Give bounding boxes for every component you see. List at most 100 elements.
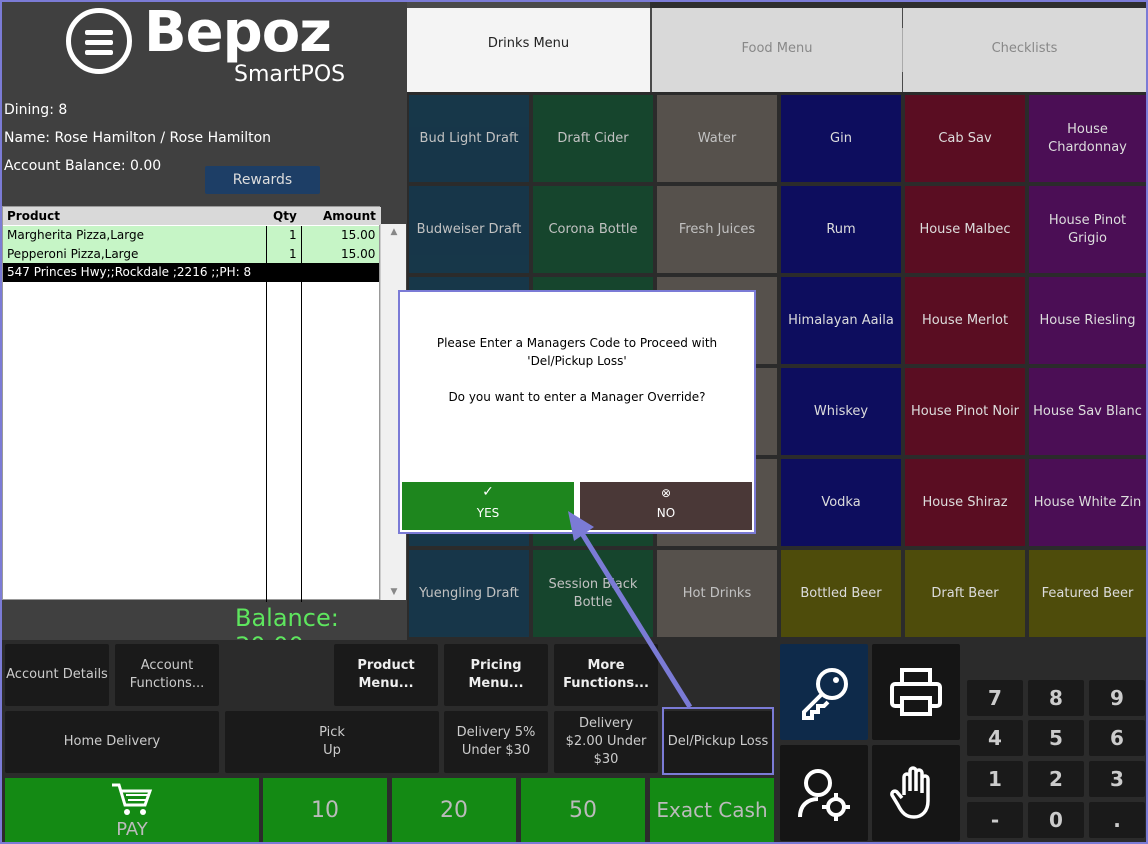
product-button[interactable]: Budweiser Draft	[409, 186, 529, 273]
product-button[interactable]: Corona Bottle	[533, 186, 653, 273]
product-button[interactable]: Himalayan Aaila	[781, 277, 901, 364]
rewards-button[interactable]: Rewards	[205, 166, 320, 194]
keypad-key[interactable]: 5	[1028, 720, 1084, 756]
account-details-button[interactable]: Account Details	[5, 644, 109, 706]
product-button[interactable]: House Sav Blanc	[1029, 368, 1146, 455]
header-qty: Qty	[273, 209, 297, 223]
bepoz-logo[interactable]: Bepoz SmartPOS	[64, 0, 364, 92]
cash-50-label: 50	[569, 797, 597, 823]
product-button[interactable]: Rum	[781, 186, 901, 273]
brand-sub: SmartPOS	[234, 62, 346, 87]
print-button[interactable]	[872, 644, 960, 740]
product-button[interactable]: Cab Sav	[905, 95, 1025, 182]
product-button[interactable]: House White Zin	[1029, 459, 1146, 546]
cart-icon	[112, 783, 153, 815]
tab-drinks-menu[interactable]: Drinks Menu	[407, 8, 650, 92]
order-row[interactable]: Margherita Pizza,Large 1 15.00	[3, 226, 379, 245]
dialog-message: Please Enter a Managers Code to Proceed …	[400, 334, 754, 406]
product-button[interactable]: House Malbec	[905, 186, 1025, 273]
pay-label: PAY	[116, 818, 148, 840]
keypad-key[interactable]: 1	[967, 761, 1023, 797]
product-menu-button[interactable]: Product Menu...	[334, 644, 438, 706]
tab-checklists[interactable]: Checklists	[903, 8, 1146, 92]
customer-name: Name: Rose Hamilton / Rose Hamilton	[4, 130, 272, 146]
scroll-down-icon[interactable]: ▼	[381, 584, 407, 600]
product-button[interactable]: Draft Cider	[533, 95, 653, 182]
user-settings-button[interactable]	[780, 745, 868, 841]
order-amount: 15.00	[341, 228, 376, 242]
left-panel: Bepoz SmartPOS Dining: 8 Name: Rose Hami…	[2, 0, 407, 660]
cash-10-label: 10	[311, 797, 339, 823]
dialog-line-2: 'Del/Pickup Loss'	[527, 354, 627, 368]
product-button[interactable]: House Pinot Grigio	[1029, 186, 1146, 273]
keypad-key[interactable]: 7	[967, 680, 1023, 716]
pick-up-button[interactable]: Pick Up	[225, 711, 439, 773]
product-button[interactable]: Vodka	[781, 459, 901, 546]
dialog-line-1: Please Enter a Managers Code to Proceed …	[436, 336, 718, 350]
delivery-5-button[interactable]: Delivery 5% Under $30	[444, 711, 548, 773]
keypad-key[interactable]: 2	[1028, 761, 1084, 797]
keypad-key[interactable]: 8	[1028, 680, 1084, 716]
user-gear-icon	[798, 769, 850, 821]
product-button[interactable]: Fresh Juices	[657, 186, 777, 273]
delivery-2-button[interactable]: Delivery $2.00 Under $30	[554, 711, 658, 773]
manager-override-dialog: Please Enter a Managers Code to Proceed …	[398, 290, 756, 534]
hand-icon	[890, 766, 930, 819]
order-product: Pepperoni Pizza,Large	[7, 247, 139, 261]
order-header: Product Qty Amount	[3, 207, 381, 225]
order-row[interactable]: Pepperoni Pizza,Large 1 15.00	[3, 245, 379, 264]
product-button[interactable]: Yuengling Draft	[409, 550, 529, 637]
key-button[interactable]	[780, 644, 868, 740]
keypad-key[interactable]: 9	[1089, 680, 1145, 716]
stop-button[interactable]	[872, 745, 960, 841]
cash-10-button[interactable]: 10	[263, 778, 387, 842]
cash-20-label: 20	[440, 797, 468, 823]
yes-button[interactable]: ✓ YES	[402, 482, 574, 530]
product-button[interactable]: House Riesling	[1029, 277, 1146, 364]
product-button[interactable]: Gin	[781, 95, 901, 182]
delivery-address: 547 Princes Hwy;;Rockdale ;2216 ;;PH: 8	[3, 263, 379, 282]
close-icon: ⊗	[660, 486, 672, 500]
brand-name: Bepoz	[144, 0, 332, 65]
exact-cash-button[interactable]: Exact Cash	[650, 778, 774, 842]
menu-icon[interactable]	[66, 8, 132, 74]
order-qty: 1	[289, 228, 297, 242]
keypad-key[interactable]: 4	[967, 720, 1023, 756]
cash-20-button[interactable]: 20	[392, 778, 516, 842]
order-qty: 1	[289, 247, 297, 261]
check-icon: ✓	[482, 484, 494, 500]
keypad-key[interactable]: 0	[1028, 802, 1084, 838]
cash-50-button[interactable]: 50	[521, 778, 645, 842]
product-button[interactable]: House Merlot	[905, 277, 1025, 364]
order-list: Product Qty Amount Margherita Pizza,Larg…	[2, 206, 381, 602]
keypad-key[interactable]: .	[1089, 802, 1145, 838]
keypad-key[interactable]: 3	[1089, 761, 1145, 797]
product-button[interactable]: Draft Beer	[905, 550, 1025, 637]
product-button[interactable]: House Shiraz	[905, 459, 1025, 546]
product-button[interactable]: House Pinot Noir	[905, 368, 1025, 455]
pay-button[interactable]: PAY	[5, 778, 259, 842]
home-delivery-button[interactable]: Home Delivery	[5, 711, 219, 773]
del-pickup-loss-highlight	[662, 707, 774, 775]
account-functions-button[interactable]: Account Functions...	[115, 644, 219, 706]
header-amount: Amount	[323, 209, 376, 223]
yes-label: YES	[476, 506, 500, 520]
printer-icon	[890, 668, 942, 716]
keypad-key[interactable]: 6	[1089, 720, 1145, 756]
keypad-key[interactable]: -	[967, 802, 1023, 838]
product-button[interactable]: Featured Beer	[1029, 550, 1146, 637]
order-amount: 15.00	[341, 247, 376, 261]
key-icon	[802, 668, 848, 720]
product-button[interactable]: Bottled Beer	[781, 550, 901, 637]
product-button[interactable]: Water	[657, 95, 777, 182]
product-button[interactable]: House Chardonnay	[1029, 95, 1146, 182]
product-button[interactable]: Whiskey	[781, 368, 901, 455]
scroll-up-icon[interactable]: ▲	[381, 224, 407, 240]
product-button[interactable]: Bud Light Draft	[409, 95, 529, 182]
order-product: Margherita Pizza,Large	[7, 228, 145, 242]
tab-food-menu[interactable]: Food Menu	[652, 8, 902, 92]
pricing-menu-button[interactable]: Pricing Menu...	[444, 644, 548, 706]
dialog-line-3: Do you want to enter a Manager Override?	[448, 390, 706, 404]
header-product: Product	[7, 209, 60, 223]
callout-arrow	[568, 511, 693, 709]
